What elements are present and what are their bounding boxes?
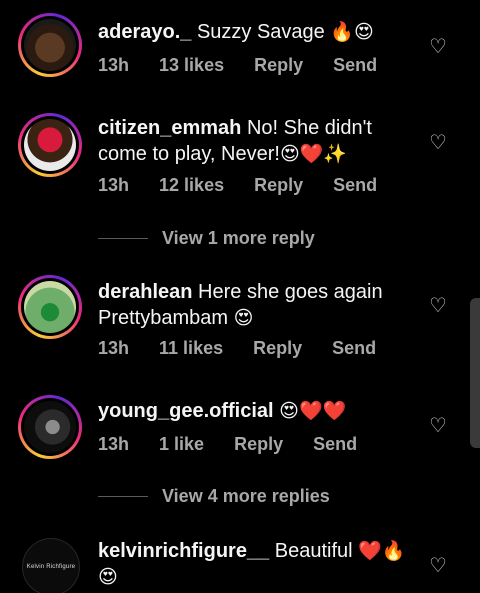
timestamp: 13h — [98, 175, 130, 195]
heart-icon[interactable]: ♡ — [428, 415, 448, 435]
timestamp: 13h — [98, 434, 130, 454]
comment-text: citizen_emmah No! She didn't come to pla… — [98, 117, 372, 165]
likes-count[interactable]: 1 like — [159, 434, 204, 455]
comment-meta: 13h 13 likes Reply Send — [98, 55, 407, 76]
send-button[interactable]: Send — [333, 55, 377, 76]
comment-text: derahlean Here she goes again Prettybamb… — [98, 281, 383, 329]
likes-count[interactable]: 12 likes — [159, 175, 224, 196]
avatar-text: Kelvin Richfigure — [26, 564, 76, 570]
heart-icon[interactable]: ♡ — [428, 36, 448, 56]
avatar[interactable] — [18, 275, 82, 339]
comment-meta: 13h 11 likes Reply Send — [98, 338, 406, 359]
comment-text: aderayo._ Suzzy Savage 🔥😍 — [98, 21, 374, 43]
heart-icon[interactable]: ♡ — [428, 132, 448, 152]
emoji: 😍❤️✨ — [279, 143, 348, 165]
reply-button[interactable]: Reply — [254, 55, 303, 76]
timestamp: 13h — [98, 55, 130, 75]
emoji: 🔥😍 — [330, 21, 374, 43]
avatar[interactable] — [18, 395, 82, 459]
send-button[interactable]: Send — [333, 175, 377, 196]
username[interactable]: citizen_emmah — [98, 117, 241, 139]
emoji: 😍 — [233, 307, 254, 329]
avatar[interactable]: Kelvin Richfigure — [22, 538, 80, 593]
likes-count[interactable]: 11 likes — [159, 338, 223, 359]
reply-button[interactable]: Reply — [234, 434, 283, 455]
avatar[interactable] — [18, 113, 82, 177]
heart-icon[interactable]: ♡ — [428, 555, 448, 575]
timestamp: 13h — [98, 338, 130, 358]
comment-meta: 13h 12 likes Reply Send — [98, 175, 407, 196]
reply-button[interactable]: Reply — [253, 338, 302, 359]
username[interactable]: derahlean — [98, 281, 192, 303]
username[interactable]: young_gee.official — [98, 400, 274, 422]
emoji: 😍❤️❤️ — [279, 400, 347, 422]
view-more-replies-button[interactable]: View 1 more reply — [98, 228, 315, 249]
avatar[interactable] — [18, 13, 82, 77]
scrollbar[interactable] — [470, 298, 480, 448]
username[interactable]: kelvinrichfigure__ — [98, 540, 269, 562]
view-more-replies-label: View 1 more reply — [162, 228, 315, 248]
comment-text: kelvinrichfigure__ Beautiful ❤️🔥 😍 — [98, 540, 406, 588]
heart-icon[interactable]: ♡ — [428, 295, 448, 315]
divider-line — [98, 496, 148, 497]
comment-meta: 13h 1 like Reply Send — [98, 434, 387, 455]
view-more-replies-button[interactable]: View 4 more replies — [98, 486, 330, 507]
view-more-replies-label: View 4 more replies — [162, 486, 330, 506]
reply-button[interactable]: Reply — [254, 175, 303, 196]
divider-line — [98, 238, 148, 239]
username[interactable]: aderayo._ — [98, 21, 191, 43]
send-button[interactable]: Send — [332, 338, 376, 359]
comment-text: young_gee.official 😍❤️❤️ — [98, 398, 408, 424]
send-button[interactable]: Send — [313, 434, 357, 455]
likes-count[interactable]: 13 likes — [159, 55, 224, 76]
